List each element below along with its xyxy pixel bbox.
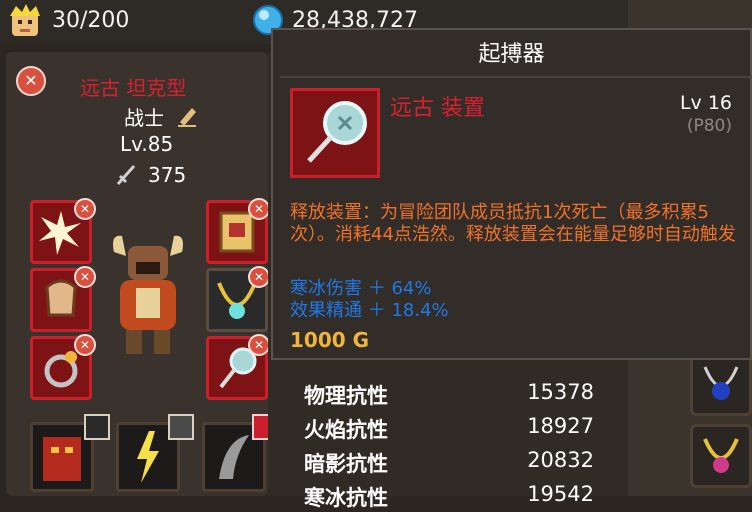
stat-label: 寒冰抗性 (304, 486, 388, 510)
sword-badge-icon (84, 414, 110, 440)
hero-role: 战士 (124, 106, 164, 130)
tooltip-description: 释放装置：为冒险团队成员抵抗1次死亡（最多积累5次）。消耗44点浩然。释放装置会… (290, 202, 736, 245)
tooltip-price: 1000 G (290, 328, 370, 352)
stat-label: 物理抗性 (304, 384, 388, 408)
tooltip-title: 起搏器 (478, 42, 545, 67)
demon-skill-icon (43, 437, 81, 481)
remove-badge-icon[interactable]: ✕ (74, 198, 96, 220)
shield-badge-icon (168, 414, 194, 440)
stat-value: 19542 (527, 482, 594, 506)
hero-power: 375 (148, 163, 187, 187)
hero-face-icon (10, 4, 40, 36)
hero-class-title: 远古 坦克型 (80, 76, 187, 100)
stat-label: 火焰抗性 (304, 418, 388, 442)
tooltip-divider (280, 76, 752, 78)
stat-value: 18927 (527, 414, 594, 438)
remove-badge-icon[interactable]: ✕ (74, 266, 96, 288)
population-counter: 30/200 (52, 8, 130, 33)
tooltip-power-level: (P80) (686, 116, 732, 136)
remove-badge-icon[interactable]: ✕ (248, 266, 270, 288)
right-slot-necklace[interactable] (690, 424, 752, 488)
tooltip-item-icon-frame (290, 88, 380, 178)
remove-badge-icon[interactable]: ✕ (74, 334, 96, 356)
remove-badge-icon[interactable]: ✕ (248, 198, 270, 220)
tooltip-bonus: 效果精通 ＋ 18.4% (290, 300, 449, 321)
right-slot-amulet[interactable] (690, 352, 752, 416)
necklace-icon (703, 438, 739, 473)
hero-sprite-icon (113, 235, 183, 354)
edit-pencil-icon[interactable] (176, 104, 198, 128)
amulet-icon (703, 366, 739, 400)
defibrillator-icon (307, 101, 367, 163)
remove-badge-icon[interactable]: ✕ (248, 334, 270, 356)
sword-icon (116, 165, 136, 185)
tooltip-level: Lv 16 (679, 92, 732, 114)
tooltip-rarity: 远古 装置 (390, 96, 485, 121)
hero-level: Lv.85 (120, 132, 174, 156)
close-icon[interactable]: ✕ (16, 66, 46, 96)
stat-label: 暗影抗性 (304, 452, 388, 476)
stat-value: 20832 (527, 448, 594, 472)
stat-value: 15378 (527, 380, 594, 404)
